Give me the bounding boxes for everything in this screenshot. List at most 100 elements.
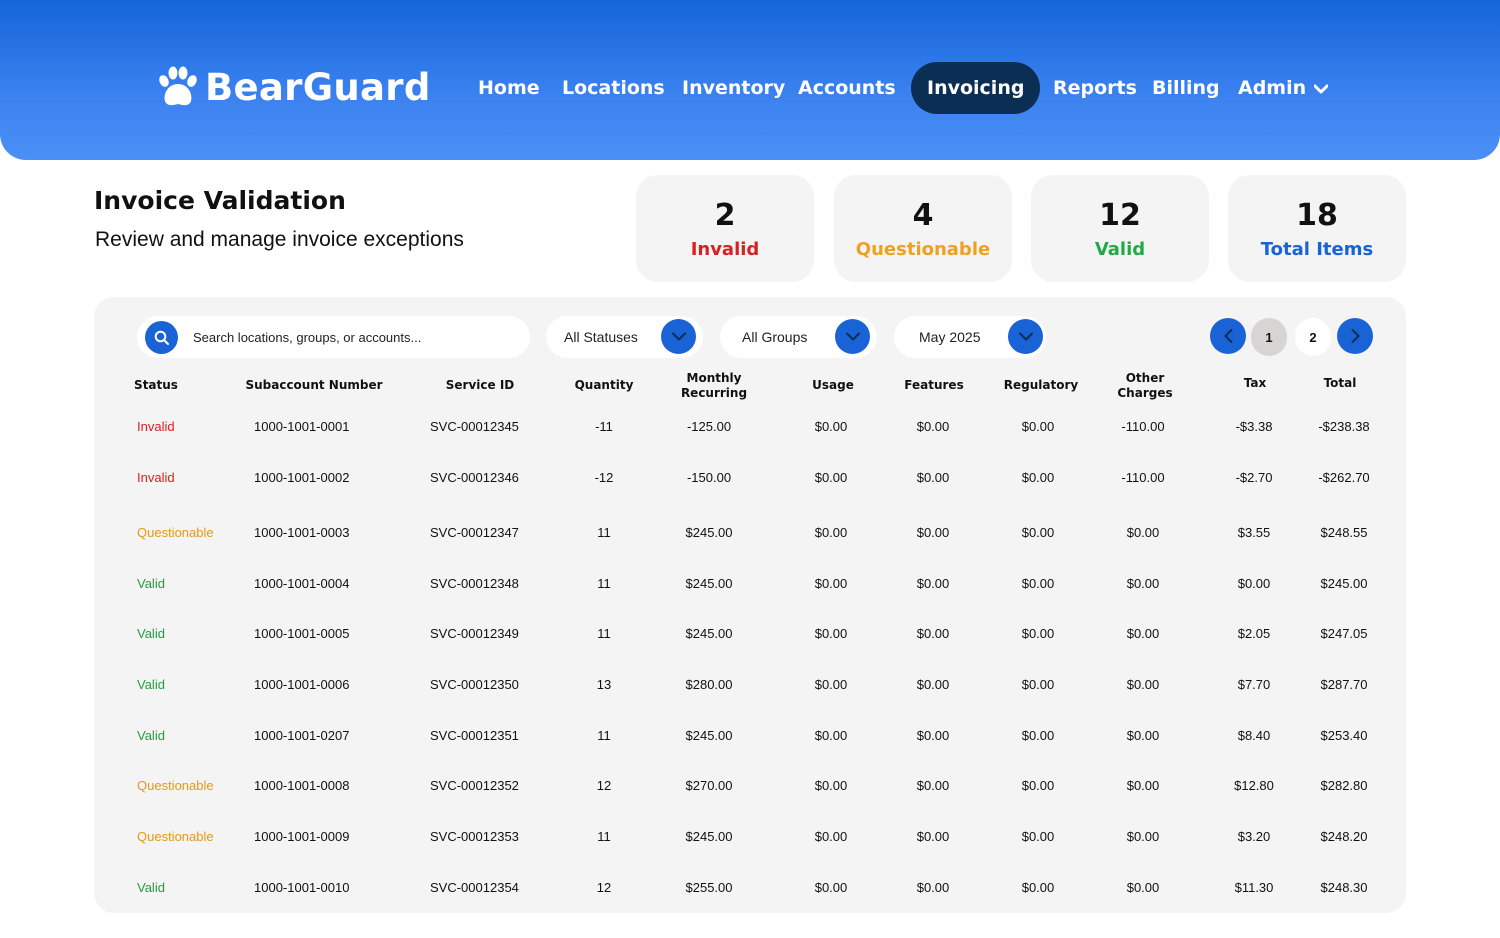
stat-label: Questionable <box>855 239 991 260</box>
cell-subaccount: 1000-1001-0207 <box>254 728 350 743</box>
cell-tax: $3.20 <box>1237 829 1271 844</box>
cell-monthly-recurring: -150.00 <box>686 470 732 485</box>
group-filter-value: All Groups <box>742 329 808 345</box>
cell-service-id: SVC-00012352 <box>430 778 519 793</box>
cell-features: $0.00 <box>916 419 950 434</box>
pagination-page-2[interactable]: 2 <box>1295 318 1331 356</box>
chevron-down-icon <box>671 332 686 341</box>
pagination-prev-button[interactable] <box>1210 318 1246 354</box>
cell-status: Invalid <box>137 470 175 485</box>
stat-card-valid[interactable]: 12 Valid <box>1031 175 1209 282</box>
cell-status: Invalid <box>137 419 175 434</box>
nav-reports[interactable]: Reports <box>1053 62 1137 114</box>
group-filter-dropdown[interactable]: All Groups <box>720 316 877 358</box>
nav-locations[interactable]: Locations <box>562 62 665 114</box>
column-header-usage[interactable]: Usage <box>798 378 868 393</box>
stat-value: 18 <box>1296 198 1338 233</box>
cell-usage: $0.00 <box>814 470 848 485</box>
period-filter-dropdown[interactable]: May 2025 <box>894 316 1046 358</box>
cell-other-charges: $0.00 <box>1126 829 1160 844</box>
cell-tax: $12.80 <box>1234 778 1274 793</box>
column-header-status[interactable]: Status <box>116 378 196 393</box>
cell-monthly-recurring: -125.00 <box>686 419 732 434</box>
cell-monthly-recurring: $280.00 <box>685 677 733 692</box>
cell-features: $0.00 <box>916 677 950 692</box>
cell-total: $248.30 <box>1320 880 1368 895</box>
column-header-service-id[interactable]: Service ID <box>425 378 535 393</box>
cell-subaccount: 1000-1001-0006 <box>254 677 350 692</box>
pagination-next-button[interactable] <box>1337 318 1373 354</box>
cell-total: -$262.70 <box>1318 470 1370 485</box>
column-header-total[interactable]: Total <box>1310 376 1370 391</box>
cell-features: $0.00 <box>916 728 950 743</box>
cell-quantity: 12 <box>596 880 612 895</box>
cell-features: $0.00 <box>916 829 950 844</box>
group-filter-toggle[interactable] <box>835 319 870 354</box>
cell-tax: $2.05 <box>1237 626 1271 641</box>
column-header-subaccount[interactable]: Subaccount Number <box>239 378 389 393</box>
cell-other-charges: $0.00 <box>1126 677 1160 692</box>
cell-monthly-recurring: $245.00 <box>685 626 733 641</box>
cell-quantity: 13 <box>596 677 612 692</box>
cell-regulatory: $0.00 <box>1021 419 1055 434</box>
cell-total: $253.40 <box>1320 728 1368 743</box>
cell-monthly-recurring: $245.00 <box>685 576 733 591</box>
cell-total: $287.70 <box>1320 677 1368 692</box>
search-button[interactable] <box>145 321 178 354</box>
cell-usage: $0.00 <box>814 626 848 641</box>
cell-other-charges: $0.00 <box>1126 728 1160 743</box>
cell-status: Valid <box>137 576 165 591</box>
cell-regulatory: $0.00 <box>1021 778 1055 793</box>
stat-card-questionable[interactable]: 4 Questionable <box>834 175 1012 282</box>
cell-other-charges: $0.00 <box>1126 576 1160 591</box>
cell-quantity: 11 <box>597 626 611 641</box>
status-filter-dropdown[interactable]: All Statuses <box>546 316 703 358</box>
cell-features: $0.00 <box>916 778 950 793</box>
cell-quantity: 12 <box>596 778 612 793</box>
column-header-quantity[interactable]: Quantity <box>564 378 644 393</box>
search-input[interactable] <box>193 316 513 358</box>
cell-other-charges: -110.00 <box>1121 470 1165 485</box>
cell-tax: -$3.38 <box>1235 419 1273 434</box>
column-header-features[interactable]: Features <box>894 378 974 393</box>
cell-usage: $0.00 <box>814 419 848 434</box>
cell-features: $0.00 <box>916 525 950 540</box>
column-header-tax[interactable]: Tax <box>1225 376 1285 391</box>
chevron-down-icon <box>1314 84 1329 93</box>
cell-regulatory: $0.00 <box>1021 829 1055 844</box>
stat-card-total[interactable]: 18 Total Items <box>1228 175 1406 282</box>
page-subtitle: Review and manage invoice exceptions <box>95 228 464 251</box>
cell-quantity: 11 <box>597 829 611 844</box>
column-header-regulatory[interactable]: Regulatory <box>996 378 1086 393</box>
status-filter-toggle[interactable] <box>661 319 696 354</box>
cell-subaccount: 1000-1001-0003 <box>254 525 350 540</box>
nav-invoicing[interactable]: Invoicing <box>911 62 1041 114</box>
cell-usage: $0.00 <box>814 677 848 692</box>
pagination-page-1[interactable]: 1 <box>1251 318 1287 356</box>
cell-subaccount: 1000-1001-0002 <box>254 470 350 485</box>
cell-total: $248.20 <box>1320 829 1368 844</box>
period-filter-value: May 2025 <box>919 329 981 345</box>
nav-billing[interactable]: Billing <box>1152 62 1220 114</box>
cell-features: $0.00 <box>916 576 950 591</box>
cell-usage: $0.00 <box>814 576 848 591</box>
column-header-monthly-recurring[interactable]: Monthly Recurring <box>669 371 759 401</box>
nav-admin[interactable]: Admin <box>1238 62 1329 114</box>
column-header-other-charges[interactable]: Other Charges <box>1105 371 1185 401</box>
cell-regulatory: $0.00 <box>1021 626 1055 641</box>
main-nav: Home Locations Inventory Accounts Invoic… <box>0 62 1500 114</box>
stat-card-invalid[interactable]: 2 Invalid <box>636 175 814 282</box>
nav-accounts[interactable]: Accounts <box>798 62 896 114</box>
cell-regulatory: $0.00 <box>1021 677 1055 692</box>
cell-total: $282.80 <box>1320 778 1368 793</box>
cell-monthly-recurring: $255.00 <box>685 880 733 895</box>
cell-service-id: SVC-00012350 <box>430 677 519 692</box>
nav-home[interactable]: Home <box>478 62 540 114</box>
chevron-right-icon <box>1351 329 1359 343</box>
cell-quantity: -12 <box>594 470 614 485</box>
nav-inventory[interactable]: Inventory <box>682 62 785 114</box>
cell-service-id: SVC-00012354 <box>430 880 519 895</box>
cell-other-charges: $0.00 <box>1126 778 1160 793</box>
cell-total: -$238.38 <box>1318 419 1370 434</box>
period-filter-toggle[interactable] <box>1008 319 1043 354</box>
